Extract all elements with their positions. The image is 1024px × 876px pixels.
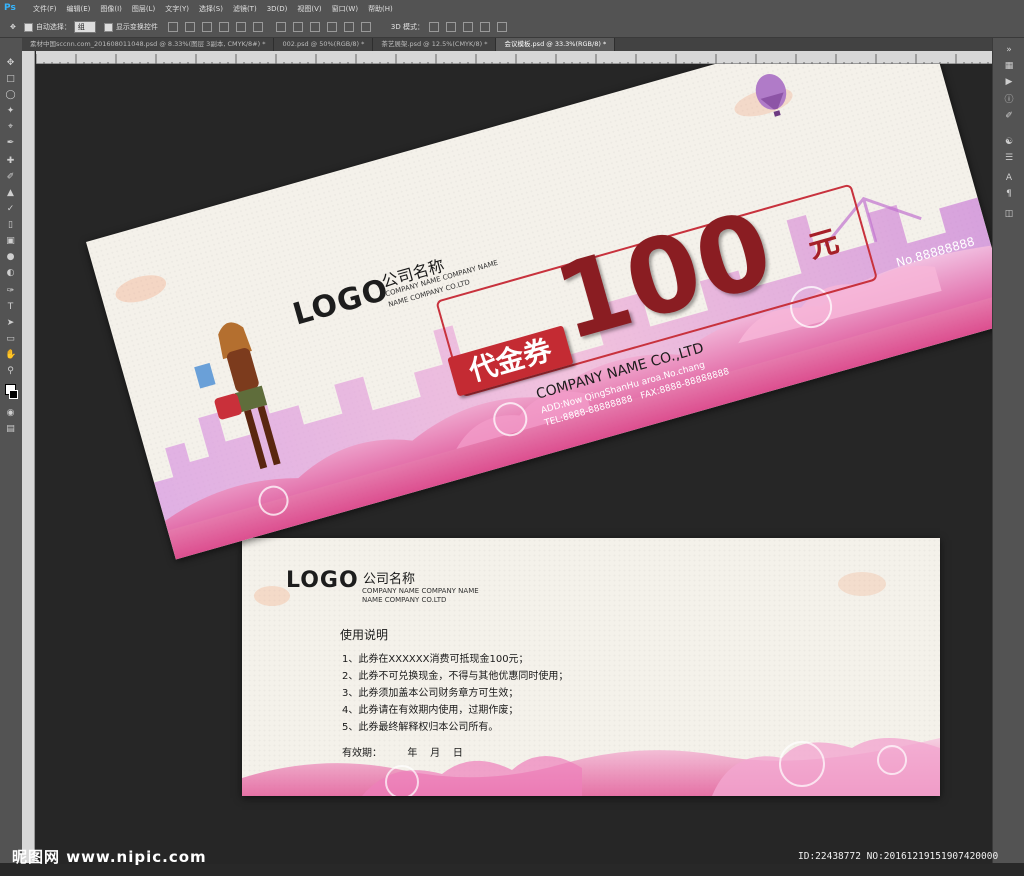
usage-rule-3: 3、此券须加盖本公司财务章方可生效； <box>342 688 519 699</box>
horizontal-ruler[interactable] <box>35 51 992 66</box>
info-panel-icon[interactable]: ⓘ <box>1003 94 1015 106</box>
align-right-icon[interactable] <box>252 22 263 32</box>
usage-title: 使用说明 <box>340 628 389 642</box>
distribute-bottom-icon[interactable] <box>309 22 320 32</box>
menu-filter[interactable]: 滤镜(T) <box>228 4 262 14</box>
move-icon[interactable]: ✥ <box>5 58 16 69</box>
usage-rule-2: 2、此券不可兑换现金，不得与其他优惠同时使用； <box>342 671 569 682</box>
paint-bucket-icon[interactable]: ▣ <box>5 236 16 247</box>
brush-icon[interactable]: ✐ <box>5 172 16 183</box>
tools-panel: ✥ □ ◯ ✦ ⌖ ✒ ✚ ✐ ▲ ✓ ▯ ▣ ● ◐ ✑ T ➤ ▭ ✋ ⚲ … <box>0 38 23 863</box>
menu-file[interactable]: 文件(F) <box>28 4 62 14</box>
align-bottom-icon[interactable] <box>201 22 212 32</box>
show-transform-label: 显示变换控件 <box>115 23 158 31</box>
history-panel-icon[interactable]: ▦ <box>1003 60 1015 72</box>
scale-3d-icon[interactable] <box>496 22 507 32</box>
orbit-3d-icon[interactable] <box>428 22 439 32</box>
vertical-ruler[interactable] <box>22 51 35 863</box>
history-brush-icon[interactable]: ✓ <box>5 204 16 215</box>
distribute-center-icon[interactable] <box>343 22 354 32</box>
menu-bar: Ps 文件(F) 编辑(E) 图像(I) 图层(L) 文字(Y) 选择(S) 滤… <box>0 0 1024 18</box>
tab-doc-1[interactable]: 素材中国sccnn.com_201608011048.psd @ 8.33%(图… <box>22 38 275 51</box>
eraser-icon[interactable]: ▯ <box>5 220 16 231</box>
show-transform-checkbox[interactable] <box>103 22 113 32</box>
marquee-icon[interactable]: □ <box>5 74 16 85</box>
usage-rule-1: 1、此券在XXXXXX消费可抵现金100元； <box>342 654 529 665</box>
watermark-site: 昵图网 www.nipic.com <box>12 848 207 866</box>
distribute-right-icon[interactable] <box>360 22 371 32</box>
panel-collapse-icon[interactable]: » <box>1003 44 1015 56</box>
right-panel-dock: » ▦ ▶ ⓘ ✐ ☯ ☰ A ¶ ◫ <box>992 38 1024 863</box>
move-tool-icon[interactable]: ✥ <box>10 23 16 31</box>
menu-window[interactable]: 窗口(W) <box>327 4 363 14</box>
zoom-icon[interactable]: ⚲ <box>5 366 16 377</box>
distribute-middle-icon[interactable] <box>292 22 303 32</box>
screen-mode-icon[interactable]: ▤ <box>5 424 16 435</box>
tab-doc-4[interactable]: 会议模板.psd @ 33.3%(RGB/8) * <box>496 38 616 51</box>
voucher-back: LOGO 公司名称 COMPANY NAME COMPANY NAME NAME… <box>242 538 940 796</box>
back-company-name-en-1: COMPANY NAME COMPANY NAME <box>362 587 479 595</box>
blur-icon[interactable]: ● <box>5 252 16 263</box>
voucher-front: LOGO 公司名称 COMPANY NAME COMPANY NAME NAME… <box>86 64 992 560</box>
back-company-name-cn: 公司名称 <box>363 572 416 587</box>
menu-type[interactable]: 文字(Y) <box>160 4 194 14</box>
menu-help[interactable]: 帮助(H) <box>363 4 398 14</box>
background-color-swatch[interactable] <box>9 390 18 399</box>
shape-icon[interactable]: ▭ <box>5 334 16 345</box>
document-tabs: 素材中国sccnn.com_201608011048.psd @ 8.33%(图… <box>22 38 992 51</box>
properties-panel-icon[interactable]: ☰ <box>1003 152 1015 164</box>
watermark-id: ID:22438772 NO:20161219151907420000 <box>798 851 999 862</box>
path-select-icon[interactable]: ➤ <box>5 318 16 329</box>
mode-3d-label: 3D 模式： <box>390 23 424 31</box>
hand-icon[interactable]: ✋ <box>5 350 16 361</box>
auto-select-checkbox[interactable] <box>23 22 33 32</box>
menu-image[interactable]: 图像(I) <box>95 4 127 14</box>
menu-select[interactable]: 选择(S) <box>194 4 228 14</box>
options-bar: ✥ 自动选择： 组 显示变换控件 3D 模式： <box>0 17 1024 38</box>
roll-3d-icon[interactable] <box>445 22 456 32</box>
auto-select-label: 自动选择： <box>35 23 71 31</box>
photoshop-logo: Ps <box>4 3 16 13</box>
usage-rule-4: 4、此券请在有效期内使用，过期作废； <box>342 705 519 716</box>
validity-date: 有效期： 年 月 日 <box>342 748 463 759</box>
type-icon[interactable]: T <box>5 302 16 313</box>
auto-select-dropdown[interactable]: 组 <box>73 21 96 33</box>
pen-icon[interactable]: ✑ <box>5 286 16 297</box>
align-left-icon[interactable] <box>218 22 229 32</box>
tab-doc-2[interactable]: 002.psd @ 50%(RGB/8) * <box>274 38 374 51</box>
menu-layer[interactable]: 图层(L) <box>127 4 160 14</box>
align-middle-icon[interactable] <box>184 22 195 32</box>
layers-panel-icon[interactable]: ◫ <box>1003 208 1015 220</box>
crop-icon[interactable]: ⌖ <box>5 122 16 133</box>
healing-brush-icon[interactable]: ✚ <box>5 156 16 167</box>
usage-rule-5: 5、此券最终解释权归本公司所有。 <box>342 722 499 733</box>
align-center-icon[interactable] <box>235 22 246 32</box>
document-canvas[interactable]: LOGO 公司名称 COMPANY NAME COMPANY NAME NAME… <box>36 64 992 864</box>
back-company-name-en-2: NAME COMPANY CO.LTD <box>362 596 447 604</box>
menu-view[interactable]: 视图(V) <box>292 4 326 14</box>
eyedropper-icon[interactable]: ✒ <box>5 138 16 149</box>
lasso-icon[interactable]: ◯ <box>5 90 16 101</box>
distribute-top-icon[interactable] <box>275 22 286 32</box>
brush-panel-icon[interactable]: ✐ <box>1003 110 1015 122</box>
distribute-left-icon[interactable] <box>326 22 337 32</box>
back-logo: LOGO <box>286 568 359 593</box>
menu-edit[interactable]: 编辑(E) <box>62 4 96 14</box>
slide-3d-icon[interactable] <box>479 22 490 32</box>
align-top-icon[interactable] <box>167 22 178 32</box>
character-panel-icon[interactable]: A <box>1003 172 1015 184</box>
tab-doc-3[interactable]: 茶艺展架.psd @ 12.5%(CMYK/8) * <box>373 38 497 51</box>
pan-3d-icon[interactable] <box>462 22 473 32</box>
quick-mask-icon[interactable]: ◉ <box>5 408 16 419</box>
clone-stamp-icon[interactable]: ▲ <box>5 188 16 199</box>
adjustments-panel-icon[interactable]: ☯ <box>1003 136 1015 148</box>
dodge-icon[interactable]: ◐ <box>5 268 16 279</box>
actions-panel-icon[interactable]: ▶ <box>1003 76 1015 88</box>
paragraph-panel-icon[interactable]: ¶ <box>1003 188 1015 200</box>
menu-3d[interactable]: 3D(D) <box>262 5 293 13</box>
quick-select-icon[interactable]: ✦ <box>5 106 16 117</box>
